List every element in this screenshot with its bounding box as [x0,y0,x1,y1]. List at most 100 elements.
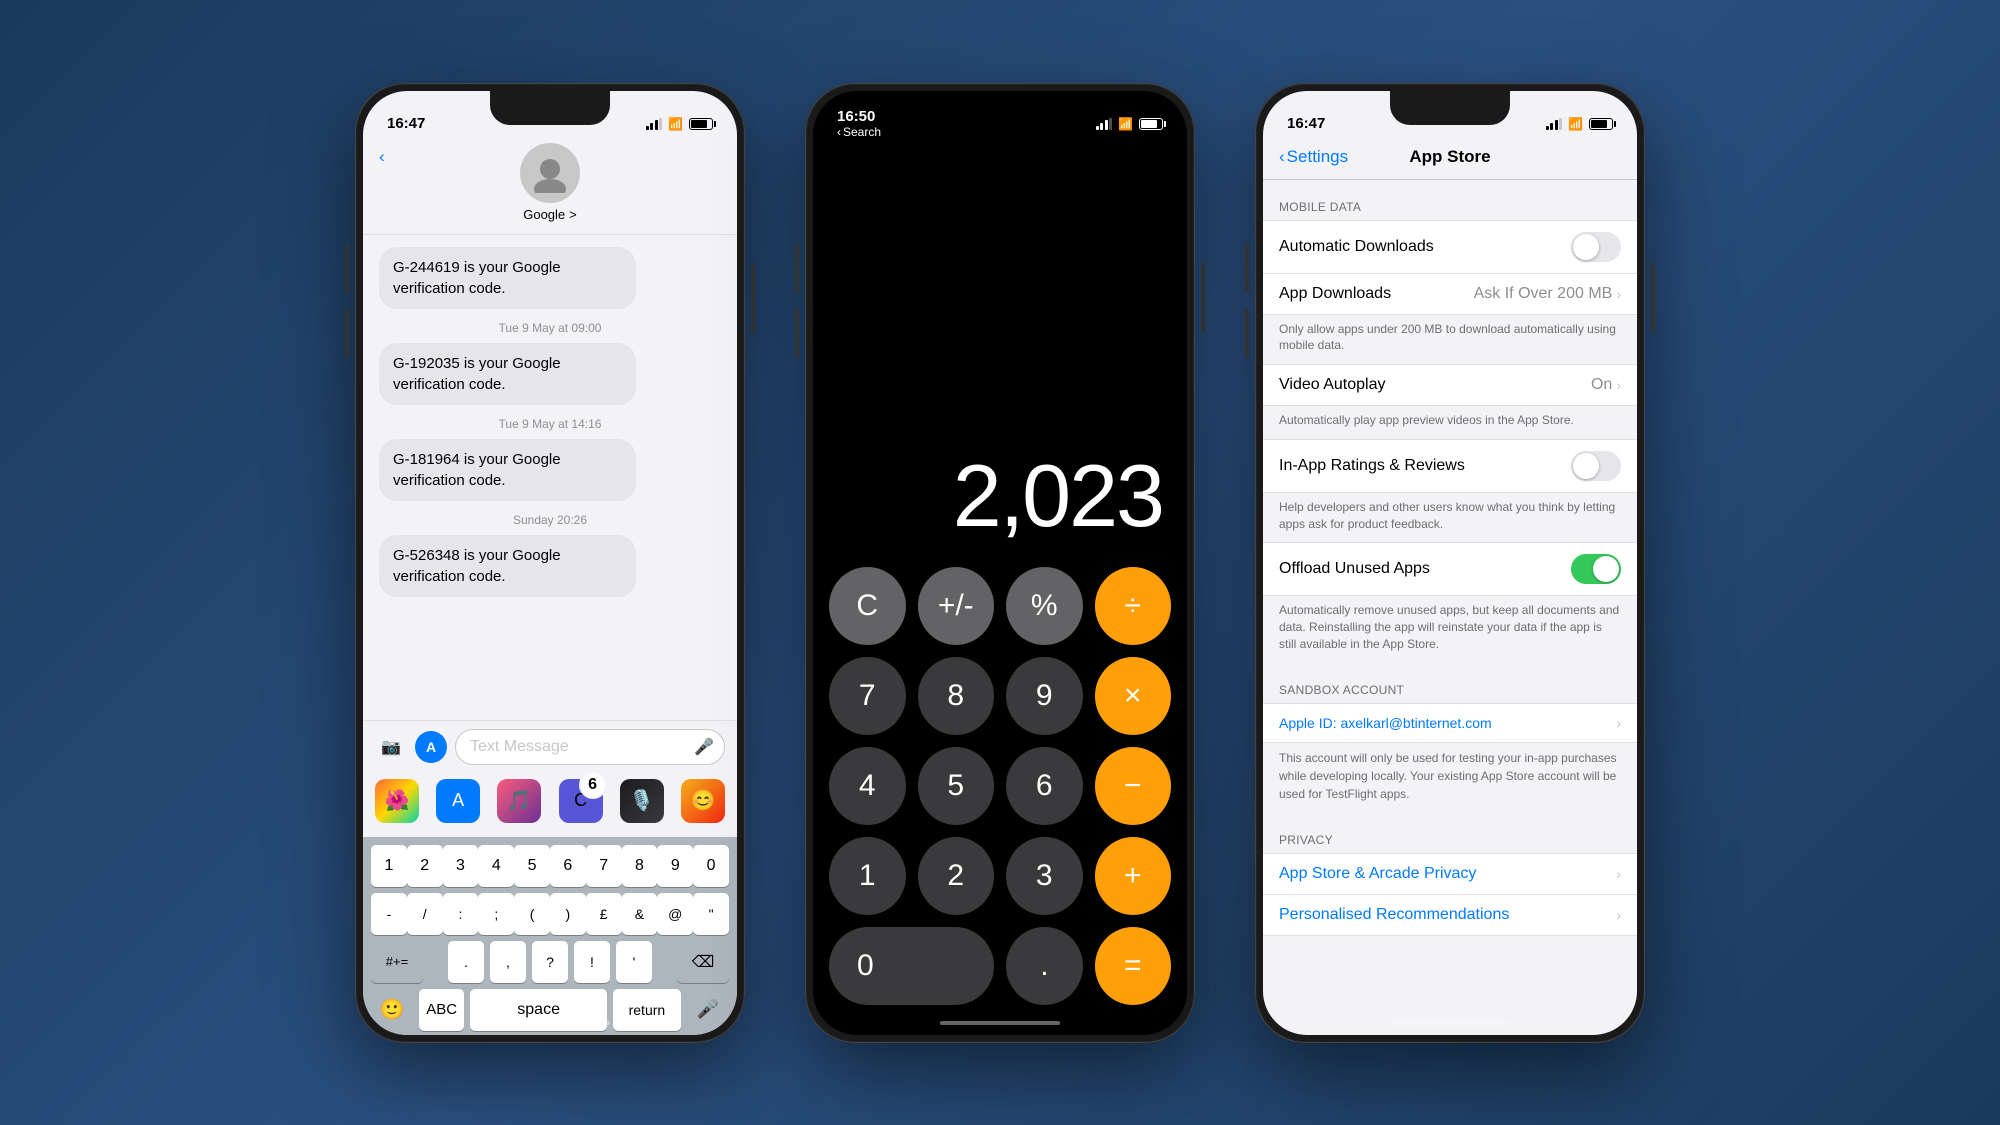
key-0[interactable]: 0 [693,845,729,887]
calc-btn-multiply[interactable]: × [1095,657,1172,735]
calc-btn-6[interactable]: 6 [1006,747,1083,825]
appstore-app-icon[interactable]: A [436,779,480,823]
key-emoji[interactable]: 🙂 [371,989,413,1031]
key-exclaim[interactable]: ! [574,941,610,983]
calc-btn-7[interactable]: 7 [829,657,906,735]
personalised-rec-cell[interactable]: Personalised Recommendations › [1263,895,1637,936]
key-7[interactable]: 7 [586,845,622,887]
side-button[interactable] [751,263,755,333]
offload-apps-label: Offload Unused Apps [1279,560,1430,578]
video-autoplay-desc: Automatically play app preview videos in… [1263,406,1637,439]
inapp-ratings-toggle[interactable] [1571,451,1621,481]
calc-btn-4[interactable]: 4 [829,747,906,825]
key-slash[interactable]: / [407,893,443,935]
appstore-icon[interactable]: A [415,731,447,763]
signal-bar-c4 [1109,118,1112,130]
calc-btn-8[interactable]: 8 [918,657,995,735]
calc-btn-0[interactable]: 0 [829,927,994,1005]
vol-down-button-2[interactable] [795,308,799,358]
badge-icon[interactable]: C 6 [559,779,603,823]
inapp-ratings-cell[interactable]: In-App Ratings & Reviews [1263,439,1637,493]
key-quote[interactable]: " [693,893,729,935]
status-icons-settings: 📶 [1546,117,1613,131]
calc-btn-plusminus[interactable]: +/- [918,567,995,645]
video-autoplay-value: On › [1591,376,1621,394]
siri-app-icon[interactable]: 🎙️ [620,779,664,823]
key-rparen[interactable]: ) [550,893,586,935]
vol-up-button-3[interactable] [1245,243,1249,293]
keyboard-bottom-row: #+= . , ? ! ' ⌫ [367,941,733,983]
key-comma[interactable]: , [490,941,526,983]
back-button-messages[interactable]: ‹ [379,147,385,167]
settings-content[interactable]: MOBILE DATA Automatic Downloads App Down… [1263,180,1637,1035]
music-app-icon[interactable]: 🎵 [497,779,541,823]
calc-btn-3[interactable]: 3 [1006,837,1083,915]
key-dash[interactable]: - [371,893,407,935]
key-3[interactable]: 3 [443,845,479,887]
app-downloads-cell[interactable]: App Downloads Ask If Over 200 MB › [1263,274,1637,315]
key-return[interactable]: return [613,989,681,1031]
camera-icon[interactable]: 📷 [375,731,407,763]
vol-up-button-2[interactable] [795,243,799,293]
app-downloads-label: App Downloads [1279,285,1391,303]
msg-time-1: Tue 9 May at 09:00 [379,321,721,335]
calc-btn-equals[interactable]: = [1095,927,1171,1005]
calc-btn-2[interactable]: 2 [918,837,995,915]
key-pound[interactable]: £ [586,893,622,935]
apple-id-label: Apple ID: axelkarl@btinternet.com [1279,715,1492,731]
offload-apps-cell[interactable]: Offload Unused Apps [1263,542,1637,596]
calc-row-3: 4 5 6 − [829,747,1171,825]
calc-btn-decimal[interactable]: . [1006,927,1082,1005]
key-abc[interactable]: ABC [419,989,464,1031]
key-apostrophe[interactable]: ' [616,941,652,983]
phone-messages: 1 6: 4 7 📶 ‹ [355,83,745,1043]
key-4[interactable]: 4 [478,845,514,887]
calc-btn-percent[interactable]: % [1006,567,1083,645]
key-1[interactable]: 1 [371,845,407,887]
app-row: 🌺 A 🎵 C 6 [375,773,725,829]
calc-btn-1[interactable]: 1 [829,837,906,915]
calc-btn-5[interactable]: 5 [918,747,995,825]
key-mic[interactable]: 🎤 [687,989,729,1031]
automatic-downloads-toggle[interactable] [1571,232,1621,262]
key-semicolon[interactable]: ; [478,893,514,935]
side-button-2[interactable] [1201,263,1205,333]
badge-count: 6 [579,773,607,799]
key-9[interactable]: 9 [657,845,693,887]
calc-btn-divide[interactable]: ÷ [1095,567,1172,645]
key-delete[interactable]: ⌫ [677,941,729,983]
keyboard-number-row: 1 2 3 4 5 6 7 8 9 0 [367,845,733,887]
vol-up-button[interactable] [345,243,349,293]
calc-btn-c[interactable]: C [829,567,906,645]
video-autoplay-cell[interactable]: Video Autoplay On › [1263,364,1637,406]
key-at[interactable]: @ [657,893,693,935]
calc-btn-plus[interactable]: + [1095,837,1172,915]
photos-app-icon[interactable]: 🌺 [375,779,419,823]
side-button-3[interactable] [1651,263,1655,333]
key-6[interactable]: 6 [550,845,586,887]
back-button-settings[interactable]: ‹ Settings [1279,147,1348,167]
key-lparen[interactable]: ( [514,893,550,935]
wifi-icon: 📶 [668,117,683,131]
apple-id-chevron-icon: › [1616,715,1621,731]
memoji-icon[interactable]: 😊 [681,779,725,823]
key-8[interactable]: 8 [622,845,658,887]
calc-btn-minus[interactable]: − [1095,747,1172,825]
offload-apps-toggle[interactable] [1571,554,1621,584]
vol-down-button[interactable] [345,308,349,358]
key-2[interactable]: 2 [407,845,443,887]
arcade-privacy-cell[interactable]: App Store & Arcade Privacy › [1263,853,1637,895]
automatic-downloads-cell[interactable]: Automatic Downloads [1263,220,1637,274]
vol-down-button-3[interactable] [1245,308,1249,358]
key-colon[interactable]: : [443,893,479,935]
key-question[interactable]: ? [532,941,568,983]
key-5[interactable]: 5 [514,845,550,887]
key-hashplus[interactable]: #+= [371,941,423,983]
apple-id-cell[interactable]: Apple ID: axelkarl@btinternet.com › [1263,703,1637,743]
messages-toolbar: 📷 A Text Message 🎤 [375,729,725,765]
calc-btn-9[interactable]: 9 [1006,657,1083,735]
text-input[interactable]: Text Message 🎤 [455,729,725,765]
key-amp[interactable]: & [622,893,658,935]
key-dot[interactable]: . [448,941,484,983]
battery-icon-calc [1139,118,1163,130]
